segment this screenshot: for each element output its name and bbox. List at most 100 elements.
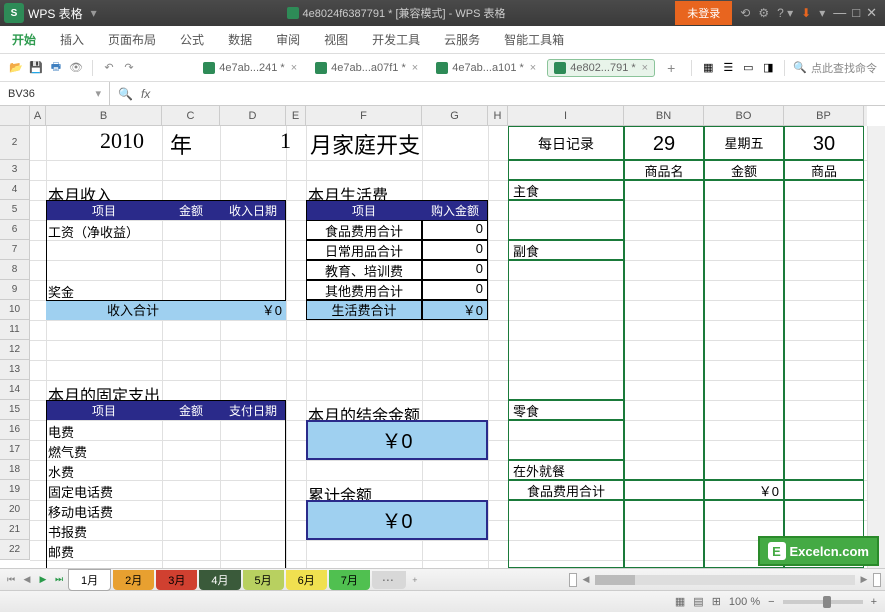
row-15[interactable]: 15 <box>0 400 30 420</box>
select-all-corner[interactable] <box>0 106 30 126</box>
tab-first-icon[interactable]: ⏮ <box>4 574 18 585</box>
chevron-down-icon[interactable]: ▾ <box>95 87 101 100</box>
menu-page-layout[interactable]: 页面布局 <box>108 31 156 48</box>
login-button[interactable]: 未登录 <box>675 1 732 25</box>
tab-prev-icon[interactable]: ◀ <box>20 574 34 585</box>
download-icon[interactable]: ⬇ <box>801 6 811 20</box>
menu-insert[interactable]: 插入 <box>60 31 84 48</box>
view-normal-icon[interactable]: ▦ <box>675 595 685 608</box>
print-icon[interactable]: 🖶 <box>48 60 64 76</box>
app-menu-dropdown-icon[interactable]: ▾ <box>91 6 97 20</box>
maximize-button[interactable]: □ <box>852 5 860 21</box>
row-8[interactable]: 8 <box>0 260 30 280</box>
more-tabs-button[interactable]: ⋯ <box>372 571 406 589</box>
row-2[interactable]: 2 <box>0 126 30 160</box>
vertical-scrollbar[interactable] <box>867 126 885 568</box>
menu-dev[interactable]: 开发工具 <box>372 31 420 48</box>
tab-last-icon[interactable]: ⏭ <box>52 574 66 585</box>
window-icon[interactable]: ▭ <box>740 60 756 76</box>
list-icon[interactable]: ☰ <box>720 60 736 76</box>
view-page-icon[interactable]: ▤ <box>693 595 703 608</box>
row-17[interactable]: 17 <box>0 440 30 460</box>
undo-icon[interactable]: ↶ <box>101 60 117 76</box>
help-icon[interactable]: ? ▾ <box>777 6 793 20</box>
row-10[interactable]: 10 <box>0 300 30 320</box>
sheet-tab-4[interactable]: 4月 <box>199 570 240 590</box>
row-12[interactable]: 12 <box>0 340 30 360</box>
sync-icon[interactable]: ⟲ <box>740 6 750 20</box>
view-break-icon[interactable]: ⊞ <box>712 595 721 608</box>
row-9[interactable]: 9 <box>0 280 30 300</box>
col-BP[interactable]: BP <box>784 106 864 126</box>
col-D[interactable]: D <box>220 106 286 126</box>
col-C[interactable]: C <box>162 106 220 126</box>
sheet-tab-5[interactable]: 5月 <box>243 570 284 590</box>
row-14[interactable]: 14 <box>0 380 30 400</box>
zoom-out-icon[interactable]: − <box>768 596 774 608</box>
row-4[interactable]: 4 <box>0 180 30 200</box>
col-BO[interactable]: BO <box>704 106 784 126</box>
open-icon[interactable]: 📂 <box>8 60 24 76</box>
close-icon[interactable]: × <box>412 62 418 74</box>
row-18[interactable]: 18 <box>0 460 30 480</box>
tab-next-icon[interactable]: ▶ <box>36 574 50 585</box>
menu-formula[interactable]: 公式 <box>180 31 204 48</box>
sheet-tab-7[interactable]: 7月 <box>329 570 370 590</box>
save-icon[interactable]: 💾 <box>28 60 44 76</box>
settings-icon[interactable]: ⚙ <box>758 6 769 20</box>
sheet-tab-1[interactable]: 1月 <box>68 569 111 591</box>
fx-label[interactable]: fx <box>141 87 150 101</box>
col-G[interactable]: G <box>422 106 488 126</box>
menu-review[interactable]: 审阅 <box>276 31 300 48</box>
close-button[interactable]: ✕ <box>866 5 877 21</box>
split-handle-right[interactable] <box>873 573 881 587</box>
row-6[interactable]: 6 <box>0 220 30 240</box>
sheet-area[interactable]: A B C D E F G H I BN BO BP 2 3 4 5 6 7 8… <box>0 106 885 568</box>
doc-tab-3[interactable]: 4e7ab...a101 *× <box>429 59 543 77</box>
hscroll-left-icon[interactable]: ◀ <box>579 574 593 585</box>
grid-body[interactable]: 2010 年 1 月家庭开支 每日记录 29 星期五 30 商品名 金额 商品 … <box>30 126 867 568</box>
preview-icon[interactable]: 👁 <box>68 60 84 76</box>
menu-cloud[interactable]: 云服务 <box>444 31 480 48</box>
col-I[interactable]: I <box>508 106 624 126</box>
cell-reference[interactable]: BV36 ▾ <box>0 82 110 105</box>
search-command[interactable]: 🔍 点此查找命令 <box>793 60 877 76</box>
row-5[interactable]: 5 <box>0 200 30 220</box>
new-tab-button[interactable]: + <box>659 58 683 78</box>
col-B[interactable]: B <box>46 106 162 126</box>
minimize-button[interactable]: — <box>833 5 846 21</box>
doc-tab-2[interactable]: 4e7ab...a07f1 *× <box>308 59 425 77</box>
doc-tab-1[interactable]: 4e7ab...241 *× <box>196 59 304 77</box>
add-sheet-button[interactable]: + <box>408 575 422 585</box>
col-F[interactable]: F <box>306 106 422 126</box>
sheet-tab-3[interactable]: 3月 <box>156 570 197 590</box>
row-22[interactable]: 22 <box>0 540 30 560</box>
zoom-in-icon[interactable]: + <box>871 596 877 608</box>
zoom-slider[interactable] <box>783 600 863 604</box>
col-H[interactable]: H <box>488 106 508 126</box>
sheet-tab-2[interactable]: 2月 <box>113 570 154 590</box>
horizontal-scrollbar[interactable] <box>595 575 855 585</box>
close-icon[interactable]: × <box>642 62 648 74</box>
hscroll-right-icon[interactable]: ▶ <box>857 574 871 585</box>
row-21[interactable]: 21 <box>0 520 30 540</box>
col-E[interactable]: E <box>286 106 306 126</box>
row-11[interactable]: 11 <box>0 320 30 340</box>
sheet-tab-6[interactable]: 6月 <box>286 570 327 590</box>
menu-start[interactable]: 开始 <box>12 31 36 48</box>
row-13[interactable]: 13 <box>0 360 30 380</box>
row-19[interactable]: 19 <box>0 480 30 500</box>
col-A[interactable]: A <box>30 106 46 126</box>
split-handle[interactable] <box>569 573 577 587</box>
zoom-value[interactable]: 100 % <box>729 596 760 608</box>
panel-icon[interactable]: ◨ <box>760 60 776 76</box>
row-7[interactable]: 7 <box>0 240 30 260</box>
row-3[interactable]: 3 <box>0 160 30 180</box>
grid-icon[interactable]: ▦ <box>700 60 716 76</box>
col-BN[interactable]: BN <box>624 106 704 126</box>
redo-icon[interactable]: ↷ <box>121 60 137 76</box>
close-icon[interactable]: × <box>291 62 297 74</box>
menu-data[interactable]: 数据 <box>228 31 252 48</box>
menu-smart[interactable]: 智能工具箱 <box>504 31 564 48</box>
doc-tab-4[interactable]: 4e802...791 *× <box>547 59 655 77</box>
